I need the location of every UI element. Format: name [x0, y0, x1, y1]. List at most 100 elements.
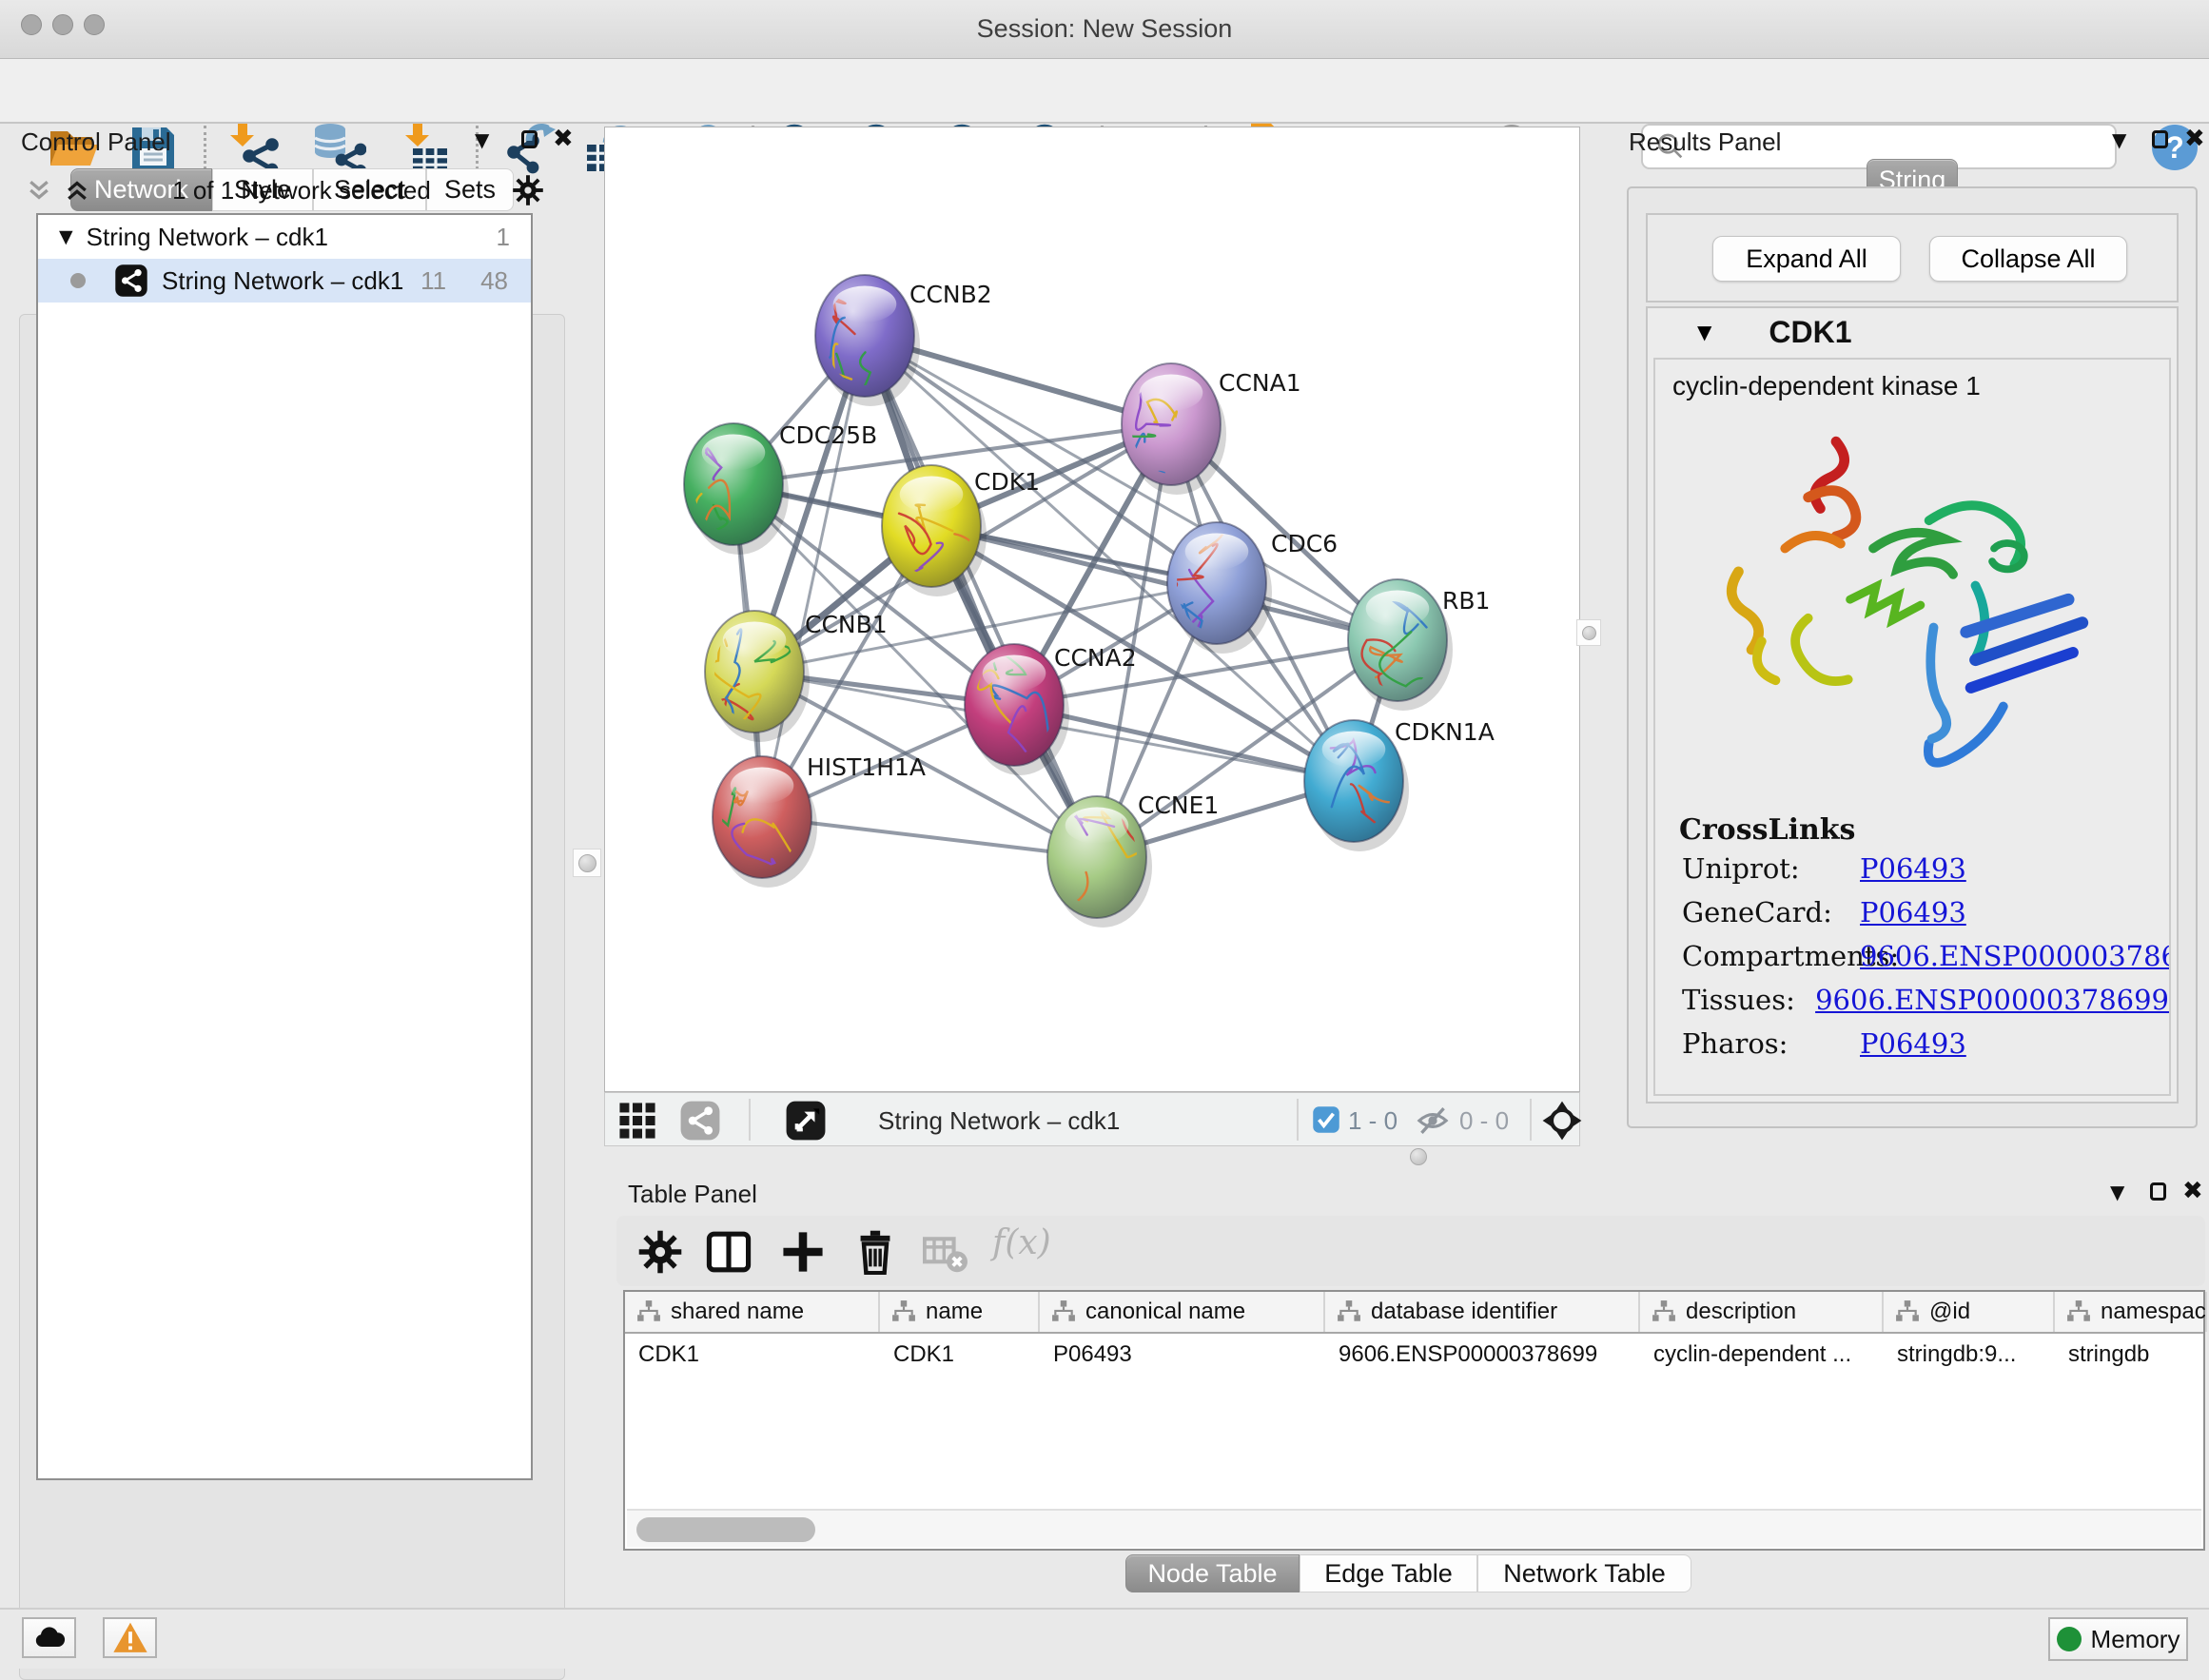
main-toolbar: ?	[0, 59, 2209, 124]
network-collection-row[interactable]: ▼ String Network – cdk1 1	[38, 215, 531, 259]
table-panel-float-icon[interactable]	[2150, 1182, 2166, 1201]
control-panel-menu-icon[interactable]: ▼	[475, 128, 489, 151]
gene-disclosure-icon[interactable]: ▼	[1697, 321, 1711, 343]
node-label-cdk1: CDK1	[974, 468, 1040, 496]
warning-button[interactable]	[103, 1617, 157, 1658]
crosslink-link[interactable]: P06493	[1860, 852, 1966, 885]
column-header-database-identifier[interactable]: database identifier	[1325, 1292, 1640, 1332]
cloud-icon	[32, 1621, 67, 1655]
node-label-ccna2: CCNA2	[1054, 644, 1137, 672]
control-panel-close-icon[interactable]: ✖	[553, 125, 574, 153]
node-label-ccnb2: CCNB2	[909, 281, 992, 308]
left-splitter-handle[interactable]	[573, 849, 601, 877]
column-header-description[interactable]: description	[1640, 1292, 1884, 1332]
crosslinks-list: Uniprot:P06493GeneCard:P06493Compartment…	[1655, 847, 2169, 1065]
collection-disclosure-icon[interactable]: ▼	[59, 226, 73, 247]
results-panel-body: Expand All Collapse All ▼ CDK1 cyclin-de…	[1627, 186, 2198, 1128]
node-label-ccna1: CCNA1	[1219, 369, 1301, 397]
control-panel-title: Control Panel	[21, 127, 171, 157]
column-header-name[interactable]: name	[880, 1292, 1040, 1332]
cloud-button[interactable]	[22, 1617, 76, 1658]
table-cell: CDK1	[880, 1334, 1040, 1376]
results-panel: Results Panel ▼ ✖ String Expand All Coll…	[1617, 124, 2209, 1134]
table-hscrollbar-thumb[interactable]	[636, 1517, 815, 1542]
gene-description: cyclin-dependent kinase 1	[1655, 360, 2169, 401]
column-header-shared-name[interactable]: shared name	[625, 1292, 880, 1332]
crosslink-link[interactable]: 9606.ENSP00000378699	[1860, 940, 2171, 972]
tab-node-table[interactable]: Node Table	[1125, 1554, 1300, 1592]
gene-entry-content: cyclin-dependent kinase 1	[1653, 358, 2171, 1096]
network-node-ccna1[interactable]	[1107, 363, 1226, 503]
collapse-all-icon[interactable]	[25, 176, 53, 205]
right-splitter-handle[interactable]	[1576, 619, 1601, 646]
column-header-canonical-name[interactable]: canonical name	[1040, 1292, 1325, 1332]
detach-view-icon[interactable]	[785, 1100, 827, 1142]
expand-collapse-box: Expand All Collapse All	[1646, 213, 2179, 303]
delete-column-icon[interactable]	[852, 1229, 898, 1275]
add-column-icon[interactable]	[780, 1229, 826, 1275]
node-label-ccnb1: CCNB1	[805, 611, 888, 638]
table-cell: CDK1	[625, 1334, 880, 1376]
network-node-cdc6[interactable]	[1155, 519, 1272, 657]
expand-all-icon[interactable]	[63, 176, 91, 205]
collection-count: 1	[497, 223, 510, 252]
crosslink-link[interactable]: P06493	[1860, 1027, 1966, 1060]
collapse-all-button[interactable]: Collapse All	[1929, 236, 2127, 282]
crosslink-row: Compartments:9606.ENSP00000378699	[1655, 934, 2169, 978]
crosslink-link[interactable]: 9606.ENSP00000378699	[1815, 984, 2169, 1016]
birdseye-crosshair-icon[interactable]	[1541, 1100, 1583, 1142]
bottom-splitter-handle[interactable]	[1410, 1148, 1427, 1165]
delete-table-icon-disabled	[923, 1229, 968, 1275]
tab-network-table[interactable]: Network Table	[1477, 1554, 1691, 1592]
grid-view-icon[interactable]	[618, 1102, 656, 1140]
memory-button[interactable]: Memory	[2048, 1617, 2188, 1661]
column-header-namespace[interactable]: namespace	[2055, 1292, 2207, 1332]
column-header-label: @id	[1929, 1299, 1970, 1325]
column-header-label: database identifier	[1371, 1299, 1557, 1325]
crosslink-link[interactable]: P06493	[1860, 896, 1966, 928]
selected-counts: 1 - 0	[1348, 1106, 1398, 1136]
crosslink-label: Uniprot:	[1655, 852, 1860, 885]
table-row[interactable]: CDK1CDK1P064939606.ENSP00000378699cyclin…	[625, 1334, 2203, 1376]
table-cell: cyclin-dependent ...	[1640, 1334, 1884, 1376]
network-node-count: 11	[420, 266, 446, 296]
results-panel-float-icon[interactable]	[2152, 130, 2168, 148]
table-options-gear-icon[interactable]	[637, 1229, 683, 1275]
node-label-cdc6: CDC6	[1271, 530, 1338, 557]
network-options-gear-icon[interactable]	[512, 174, 544, 206]
hidden-eye-slash-icon[interactable]	[1416, 1104, 1450, 1138]
network-node-cdc25b[interactable]	[684, 423, 789, 555]
show-columns-icon[interactable]	[706, 1229, 752, 1275]
network-view-statusbar: String Network – cdk1 1 - 0 0 - 0	[604, 1092, 1580, 1146]
network-status-dot	[70, 273, 86, 288]
table-panel: Table Panel ▼ ✖	[616, 1178, 2209, 1608]
network-canvas[interactable]: CCNB2CCNA1CDC25BCDK1CDC6RB1CCNB1CCNA2HIS…	[604, 127, 1580, 1092]
control-panel-float-icon[interactable]	[521, 130, 538, 148]
gene-entry-header[interactable]: ▼ CDK1	[1648, 308, 2177, 356]
table-hscrollbar[interactable]	[627, 1509, 2201, 1547]
network-row[interactable]: String Network – cdk1 11 48	[38, 259, 531, 303]
gene-entry-box: ▼ CDK1 cyclin-dependent kinase 1	[1646, 306, 2179, 1104]
node-table: shared name name canonical name database id…	[623, 1290, 2205, 1551]
tab-edge-table[interactable]: Edge Table	[1300, 1554, 1477, 1592]
node-label-rb1: RB1	[1442, 587, 1490, 615]
results-panel-menu-icon[interactable]: ▼	[2112, 128, 2126, 151]
network-edge-count: 48	[480, 266, 508, 296]
network-node-rb1[interactable]	[1348, 579, 1453, 711]
expand-all-button[interactable]: Expand All	[1712, 236, 1901, 282]
table-panel-close-icon[interactable]: ✖	[2182, 1177, 2203, 1205]
column-header--id[interactable]: @id	[1884, 1292, 2055, 1332]
node-label-cdc25b: CDC25B	[779, 421, 877, 449]
hidden-counts: 0 - 0	[1459, 1106, 1509, 1136]
network-node-hist1h1a[interactable]	[690, 756, 817, 888]
table-panel-menu-icon[interactable]: ▼	[2110, 1181, 2124, 1203]
table-cell: P06493	[1040, 1334, 1325, 1376]
collection-name: String Network – cdk1	[87, 223, 497, 252]
selected-checkbox-icon[interactable]	[1312, 1105, 1340, 1134]
column-header-label: name	[926, 1299, 983, 1325]
network-node-ccnb1[interactable]	[705, 611, 810, 742]
warning-icon	[112, 1620, 148, 1656]
string-view-icon[interactable]	[679, 1100, 721, 1142]
results-panel-close-icon[interactable]: ✖	[2184, 125, 2205, 153]
crosslink-row: GeneCard:P06493	[1655, 890, 2169, 934]
